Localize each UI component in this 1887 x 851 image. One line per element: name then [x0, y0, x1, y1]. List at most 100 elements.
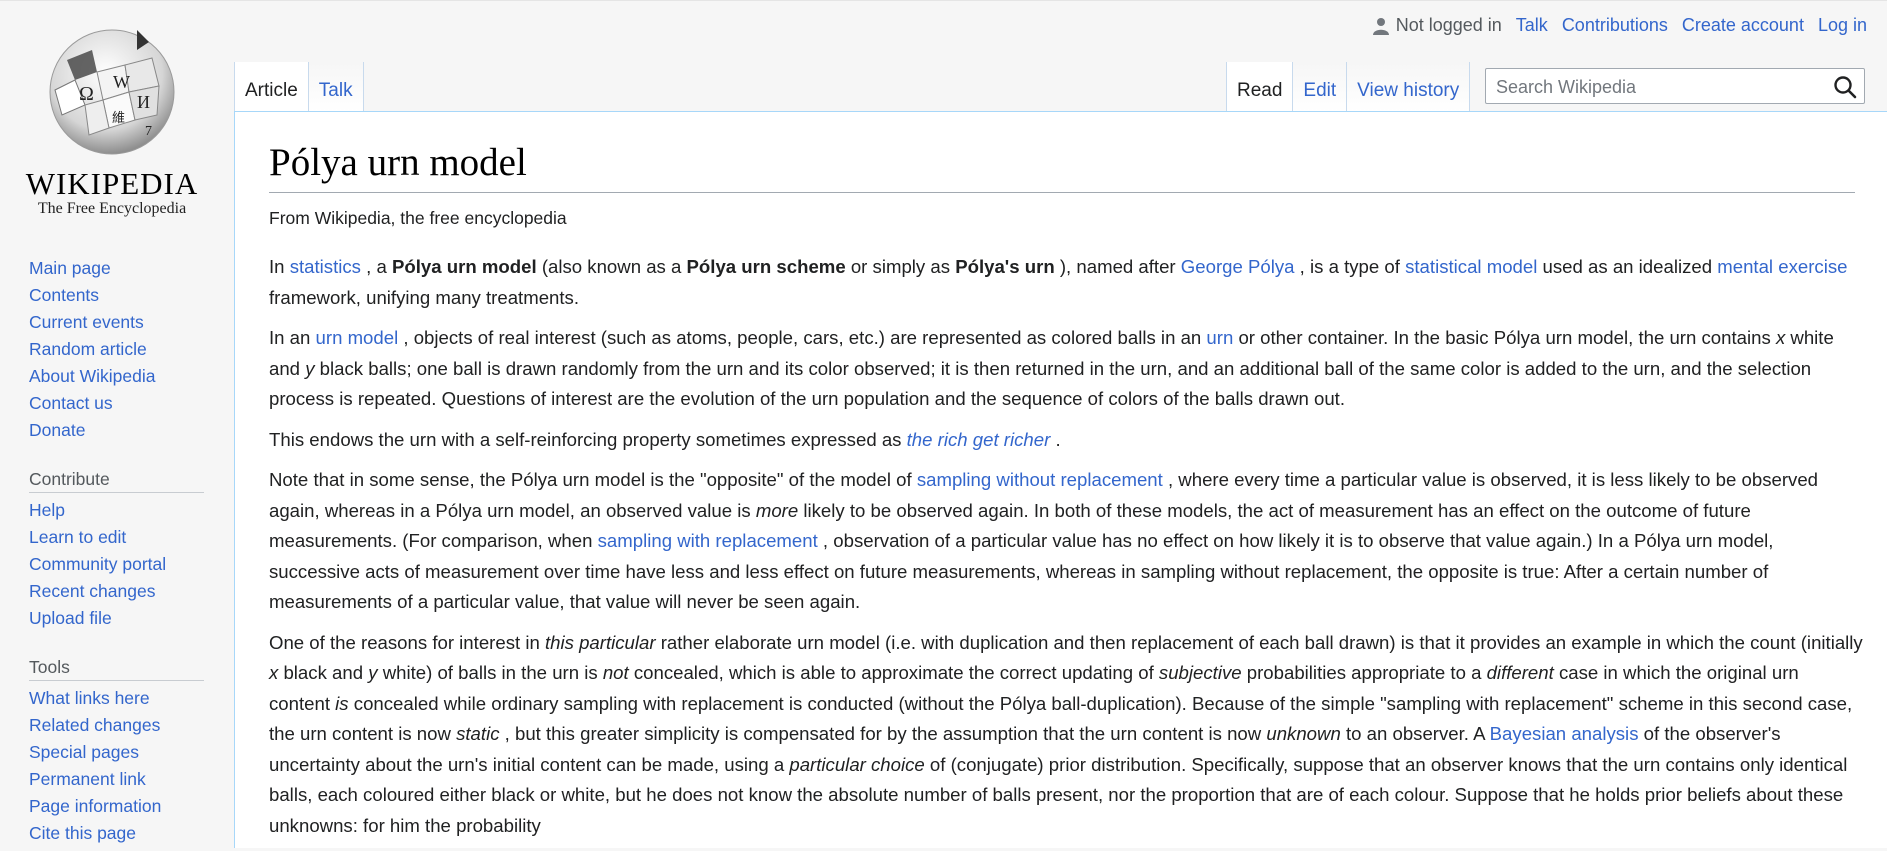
tab-read[interactable]: Read [1226, 62, 1294, 112]
text: , objects of real interest (such as atom… [398, 327, 1207, 348]
text: , is a type of [1294, 256, 1406, 277]
text: black and [278, 662, 369, 683]
tab-talk-label: Talk [318, 80, 353, 101]
sidebar-item-learn-to-edit[interactable]: Learn to edit [29, 527, 126, 547]
text: to an observer. A [1340, 723, 1490, 744]
link-rich-get-richer[interactable]: the rich get richer [907, 429, 1051, 450]
talk-link[interactable]: Talk [1516, 15, 1548, 36]
search-box [1485, 68, 1865, 104]
sidebar-item-related-changes[interactable]: Related changes [29, 715, 160, 735]
sidebar: Main page Contents Current events Random… [29, 255, 229, 847]
bold-term: Pólya urn model [392, 256, 537, 277]
search-icon [1834, 76, 1857, 99]
svg-text:Ω: Ω [79, 83, 94, 105]
sidebar-item-random-article[interactable]: Random article [29, 339, 147, 359]
tab-read-label: Read [1237, 80, 1283, 101]
site-tagline: From Wikipedia, the free encyclopedia [269, 208, 567, 228]
tab-article[interactable]: Article [234, 62, 309, 112]
contributions-link[interactable]: Contributions [1562, 15, 1668, 36]
sidebar-item-page-information[interactable]: Page information [29, 796, 161, 816]
text: ), named after [1054, 256, 1181, 277]
paragraph-opposite: Note that in some sense, the Pólya urn m… [269, 465, 1864, 618]
personal-tools: Not logged in Talk Contributions Create … [1372, 15, 1867, 36]
login-link[interactable]: Log in [1818, 15, 1867, 36]
contribute-menu: Help Learn to edit Community portal Rece… [29, 497, 229, 632]
text: white) of balls in the urn is [377, 662, 603, 683]
italic-var: y [305, 357, 315, 379]
svg-text:7: 7 [145, 124, 152, 139]
wikipedia-logo[interactable]: Ω W И 維 7 Wikipedia The Free Encyclopedi… [24, 20, 200, 220]
text: (also known as a [536, 256, 687, 277]
link-bayesian-analysis[interactable]: Bayesian analysis [1490, 723, 1639, 744]
sidebar-item-permanent-link[interactable]: Permanent link [29, 769, 146, 789]
sidebar-item-what-links-here[interactable]: What links here [29, 688, 150, 708]
article-content: Pólya urn model From Wikipedia, the free… [234, 111, 1887, 848]
sidebar-item-contents[interactable]: Contents [29, 285, 99, 305]
tab-edit-label: Edit [1303, 80, 1337, 101]
paragraph-intro: In statistics , a Pólya urn model (also … [269, 252, 1864, 313]
sidebar-item-upload-file[interactable]: Upload file [29, 608, 112, 628]
text: Note that in some sense, the Pólya urn m… [269, 469, 917, 490]
link-urn[interactable]: urn [1206, 327, 1233, 348]
user-icon [1372, 17, 1389, 35]
sidebar-item-current-events[interactable]: Current events [29, 312, 144, 332]
sidebar-item-help[interactable]: Help [29, 500, 65, 520]
logo-wordmark: Wikipedia [25, 166, 199, 201]
sidebar-item-main-page[interactable]: Main page [29, 258, 111, 278]
sidebar-item-recent-changes[interactable]: Recent changes [29, 581, 155, 601]
link-george-polya[interactable]: George Pólya [1181, 256, 1295, 277]
link-sampling-with-replacement[interactable]: sampling with replacement [598, 530, 818, 551]
sidebar-item-cite-this-page[interactable]: Cite this page [29, 823, 136, 843]
text: rather elaborate urn model (i.e. with du… [655, 631, 1863, 653]
paragraph-urn-model: In an urn model , objects of real intere… [269, 323, 1864, 415]
italic-var: x [1775, 327, 1786, 348]
page-title: Pólya urn model [269, 141, 527, 184]
italic-term: is [335, 692, 349, 714]
svg-text:維: 維 [112, 110, 125, 125]
sidebar-item-special-pages[interactable]: Special pages [29, 742, 139, 762]
tab-edit[interactable]: Edit [1293, 62, 1348, 112]
paragraph-rich-get-richer: This endows the urn with a self-reinforc… [269, 425, 1864, 456]
link-statistics[interactable]: statistics [290, 256, 361, 277]
search-button[interactable] [1832, 74, 1858, 100]
sidebar-item-about-wikipedia[interactable]: About Wikipedia [29, 366, 155, 386]
text: used as an idealized [1537, 256, 1718, 277]
svg-text:И: И [137, 92, 150, 112]
italic-term: particular choice [789, 753, 925, 775]
text: . [1050, 428, 1061, 450]
tab-talk[interactable]: Talk [308, 62, 364, 112]
navigation-menu: Main page Contents Current events Random… [29, 255, 229, 444]
sidebar-item-community-portal[interactable]: Community portal [29, 554, 166, 574]
link-statistical-model[interactable]: statistical model [1405, 256, 1537, 277]
bold-term: Pólya's urn [955, 256, 1055, 277]
create-account-link[interactable]: Create account [1682, 15, 1804, 36]
text: , but this greater simplicity is compens… [499, 723, 1267, 744]
link-urn-model[interactable]: urn model [316, 327, 399, 348]
italic-term: not [602, 662, 629, 683]
text: concealed, which is able to approximate … [628, 662, 1159, 683]
italic-term: more [755, 499, 799, 521]
italic-term: static [456, 723, 500, 744]
text: framework, unifying many treatments. [269, 286, 580, 308]
login-status: Not logged in [1372, 15, 1502, 36]
tab-view-history[interactable]: View history [1347, 62, 1471, 112]
search-input[interactable] [1494, 74, 1828, 100]
wikipedia-globe-icon: Ω W И 維 7 [49, 29, 175, 155]
logo-tagline: The Free Encyclopedia [37, 200, 187, 217]
view-tabs: Read Edit View history [1226, 62, 1471, 112]
sidebar-item-donate[interactable]: Donate [29, 420, 85, 440]
text: or simply as [845, 256, 956, 277]
text: or other container. In the basic Pólya u… [1233, 327, 1776, 348]
italic-term: this particular [544, 631, 656, 653]
article-body: In statistics , a Pólya urn model (also … [269, 252, 1864, 851]
text: In [269, 256, 290, 277]
tools-menu: What links here Related changes Special … [29, 685, 229, 847]
svg-text:W: W [113, 72, 130, 92]
link-mental-exercise[interactable]: mental exercise [1717, 256, 1847, 277]
italic-term: different [1486, 662, 1554, 683]
text: probabilities appropriate to a [1241, 662, 1487, 683]
top-border [0, 0, 1887, 1]
sidebar-item-contact-us[interactable]: Contact us [29, 393, 113, 413]
tab-view-history-label: View history [1357, 80, 1460, 101]
link-sampling-without-replacement[interactable]: sampling without replacement [917, 469, 1163, 490]
